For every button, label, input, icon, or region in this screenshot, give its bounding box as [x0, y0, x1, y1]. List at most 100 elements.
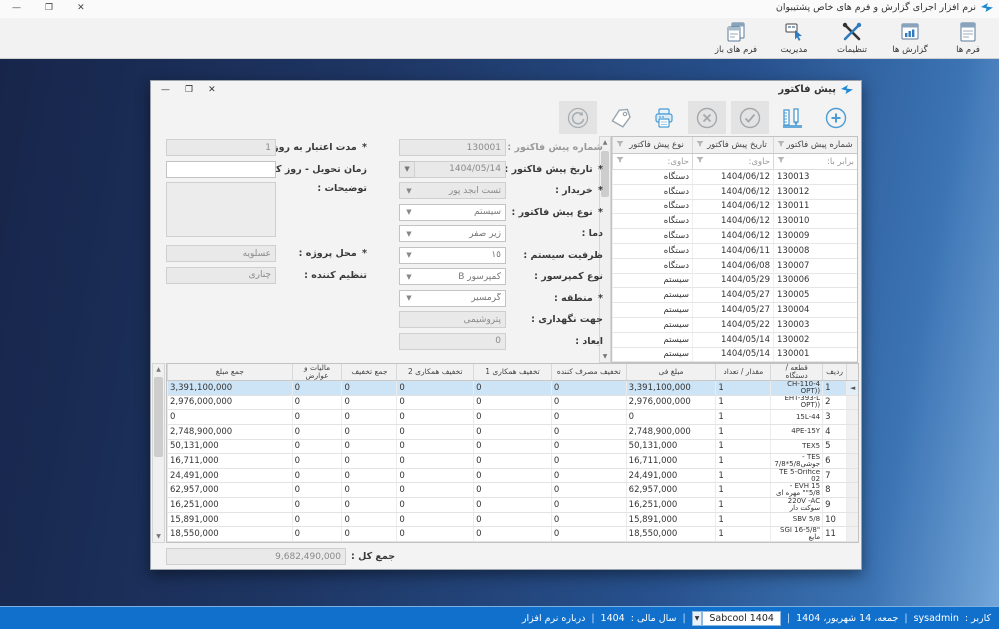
dropdown-input[interactable]: گرمسیر ▼: [399, 289, 506, 307]
close-icon[interactable]: ✕: [77, 3, 85, 13]
item-cell: 0: [167, 410, 292, 424]
date-input[interactable]: 1404/05/14: [414, 160, 506, 178]
list-row[interactable]: 130005 1404/05/27 سیستم: [612, 288, 857, 304]
dropdown-input[interactable]: ١٥ ▼: [399, 246, 506, 264]
list-row[interactable]: 130013 1404/06/12 دستگاه: [612, 170, 857, 185]
ribbon-button-management[interactable]: مدیریت: [769, 19, 819, 57]
list-row[interactable]: 130001 1404/05/14 سیستم: [612, 347, 857, 362]
print-button[interactable]: [645, 101, 683, 134]
column-header[interactable]: جمع تخفیف: [341, 364, 396, 380]
item-cell: 1: [715, 527, 770, 542]
list-row[interactable]: 130008 1404/06/11 دستگاه: [612, 243, 857, 259]
item-row[interactable]: 8 EVH 15 - 5/8"" مهره ای 1 62,957,000 0 0 0 0 0 6…: [167, 483, 858, 499]
list-row[interactable]: 130002 1404/05/14 سیستم: [612, 332, 857, 348]
cell-value: 0: [553, 529, 560, 540]
cell-value: 3: [825, 412, 831, 423]
column-header[interactable]: مالیات و عوارض: [291, 364, 342, 380]
dropdown-input[interactable]: زیر صفر ▼: [399, 225, 506, 242]
column-header[interactable]: ردیف: [822, 364, 846, 380]
column-header[interactable]: تاریخ پیش فاکتور: [692, 137, 773, 153]
minimize-icon[interactable]: —: [12, 3, 21, 13]
chevron-down-icon[interactable]: ▼: [404, 251, 414, 259]
item-row[interactable]: 2 EHT-393-L ((OPT 1 2,976,000,000 0 0 0 0 0 2,976…: [167, 395, 858, 411]
readonly-input[interactable]: چناری: [166, 266, 276, 284]
column-header[interactable]: تخفیف همکاری 2: [396, 364, 473, 380]
list-row[interactable]: 130009 1404/06/12 دستگاه: [612, 229, 857, 244]
chevron-down-icon[interactable]: ▼: [404, 294, 414, 302]
text-input[interactable]: [166, 160, 276, 178]
database-selector[interactable]: Sabcool 1404: [702, 610, 781, 626]
column-header[interactable]: قطعه / دستگاه: [770, 364, 822, 380]
list-row[interactable]: 130012 1404/06/12 دستگاه: [612, 184, 857, 200]
dropdown-input[interactable]: سیستم ▼: [399, 203, 506, 221]
minimize-icon[interactable]: —: [161, 85, 170, 95]
scroll-down-icon[interactable]: ▼: [600, 351, 610, 362]
item-row[interactable]: ◄ 1 CH-110-4 ((OPT 1 3,391,100,000 0 0 0 0 0 3,391…: [167, 381, 858, 396]
column-header[interactable]: مبلغ فی: [625, 364, 716, 380]
list-row[interactable]: 130003 1404/05/22 سیستم: [612, 317, 857, 333]
filter-icon[interactable]: [616, 140, 624, 151]
notes-textarea[interactable]: [166, 182, 276, 237]
column-header[interactable]: مقدار / تعداد: [715, 364, 770, 380]
tag-button[interactable]: [602, 101, 640, 134]
cell-value: 2,976,000,000: [170, 397, 233, 408]
chevron-down-icon[interactable]: ▼: [404, 273, 414, 281]
filter-icon[interactable]: [616, 156, 624, 167]
filter-icon[interactable]: [777, 140, 785, 151]
item-row[interactable]: 3 15L-44 1 0 0 0 0 0 0 0: [167, 410, 858, 425]
filter-cell[interactable]: حاوی:: [692, 154, 773, 169]
design-button[interactable]: [774, 101, 812, 134]
list-row[interactable]: 130006 1404/05/29 سیستم: [612, 273, 857, 289]
chevron-down-icon[interactable]: ▼: [404, 187, 414, 195]
readonly-input[interactable]: 1: [166, 139, 276, 156]
calendar-dropdown-button[interactable]: ▼: [399, 160, 414, 178]
list-row[interactable]: 130011 1404/06/12 دستگاه: [612, 199, 857, 215]
column-header[interactable]: تخفیف مصرف کننده: [550, 364, 626, 380]
item-row[interactable]: 5 TEX5 1 50,131,000 0 0 0 0 0 50,131,000: [167, 439, 858, 455]
chevron-down-icon[interactable]: ▼: [404, 208, 414, 216]
items-grid-scrollbar[interactable]: ▲ ▼: [152, 363, 165, 543]
maximize-icon[interactable]: ❐: [45, 3, 53, 13]
column-header[interactable]: شماره پیش فاکتور: [773, 137, 857, 153]
item-cell: 0: [396, 527, 473, 542]
maximize-icon[interactable]: ❐: [185, 85, 193, 95]
item-row[interactable]: 11 "SGI 16-5/8 مایع 1 18,550,000 0 0 0 0 0 18,550…: [167, 527, 858, 542]
readonly-input[interactable]: عسلویه: [166, 245, 276, 262]
ribbon-button-open-forms[interactable]: فرم های باز: [711, 19, 761, 57]
filter-icon[interactable]: [696, 156, 704, 167]
readonly-input[interactable]: پتروشیمی: [399, 311, 506, 328]
item-row[interactable]: 10 SBV 5/8 1 15,891,000 0 0 0 0 0 15,891,000: [167, 512, 858, 528]
filter-icon[interactable]: [696, 140, 704, 151]
dropdown-input[interactable]: کمپرسور B ▼: [399, 268, 506, 285]
filter-icon[interactable]: [777, 156, 785, 167]
item-row[interactable]: 7 TE 5-Orifice 02 1 24,491,000 0 0 0 0 0 24,491,0…: [167, 468, 858, 484]
about-link[interactable]: درباره نرم افزار: [522, 613, 585, 624]
item-row[interactable]: 4 4PE-15Y 1 2,748,900,000 0 0 0 0 0 2,748,900,000: [167, 424, 858, 440]
part-name: SBV 5/8: [792, 515, 821, 524]
ribbon-button-forms[interactable]: فرم ها: [943, 19, 993, 57]
list-row[interactable]: 130007 1404/06/08 دستگاه: [612, 258, 857, 274]
filter-cell[interactable]: برابر با:: [773, 154, 857, 169]
column-header[interactable]: تخفیف همکاری 1: [473, 364, 551, 380]
chevron-down-icon[interactable]: ▼: [691, 610, 703, 626]
ribbon-button-reports[interactable]: گزارش ها: [885, 19, 935, 57]
chevron-down-icon[interactable]: ▼: [404, 230, 414, 238]
filter-cell[interactable]: حاوی:: [612, 154, 692, 169]
column-header[interactable]: جمع مبلغ: [167, 364, 292, 380]
readonly-input[interactable]: 0: [399, 332, 506, 350]
cell-value: 0: [628, 412, 635, 423]
readonly-input[interactable]: 130001: [399, 139, 506, 156]
list-row[interactable]: 130010 1404/06/12 دستگاه: [612, 214, 857, 230]
close-icon[interactable]: ✕: [208, 85, 216, 95]
item-cell: 0: [396, 454, 473, 468]
scroll-up-icon[interactable]: ▲: [153, 364, 164, 375]
scroll-down-icon[interactable]: ▼: [153, 531, 164, 542]
ribbon-button-settings[interactable]: تنظیمات: [827, 19, 877, 57]
add-button[interactable]: [817, 101, 855, 134]
column-header[interactable]: نوع پیش فاکتور: [612, 137, 692, 153]
item-row[interactable]: 9 220V -AC سوکت دار 1 16,251,000 0 0 0 0 0 16,251…: [167, 498, 858, 513]
list-row[interactable]: 130004 1404/05/27 سیستم: [612, 303, 857, 318]
scrollbar-thumb[interactable]: [154, 377, 163, 457]
item-row[interactable]: 6 TES - جوشی5/8*7/8 1 16,711,000 0 0 0 0 0 16,711…: [167, 454, 858, 469]
dropdown-input[interactable]: تست ابجد پور ▼: [399, 182, 506, 199]
